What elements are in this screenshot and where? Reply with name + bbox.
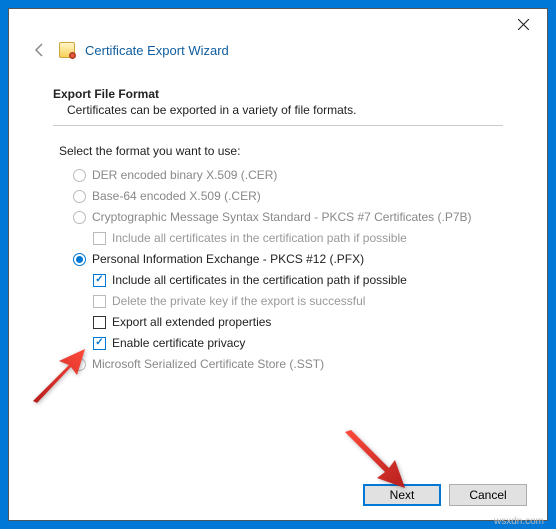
radio-label-base64: Base-64 encoded X.509 (.CER): [92, 189, 261, 203]
back-arrow-icon: [32, 42, 48, 58]
radio-pkcs7: Cryptographic Message Syntax Standard - …: [73, 210, 503, 224]
checkbox-icon: [93, 274, 106, 287]
wizard-header: Certificate Export Wizard: [9, 39, 547, 67]
radio-icon: [73, 358, 86, 371]
check-label-pfx-extended: Export all extended properties: [112, 315, 271, 329]
check-label-pfx-delete: Delete the private key if the export is …: [112, 294, 365, 308]
divider: [53, 125, 503, 126]
radio-der: DER encoded binary X.509 (.CER): [73, 168, 503, 182]
check-pfx-include[interactable]: Include all certificates in the certific…: [93, 273, 503, 287]
check-pfx-extended[interactable]: Export all extended properties: [93, 315, 503, 329]
check-pkcs7-include: Include all certificates in the certific…: [93, 231, 503, 245]
cancel-button[interactable]: Cancel: [449, 484, 527, 506]
wizard-title: Certificate Export Wizard: [85, 43, 229, 58]
checkbox-icon: [93, 316, 106, 329]
check-label-pfx-privacy: Enable certificate privacy: [112, 336, 245, 350]
checkbox-icon: [93, 337, 106, 350]
section-title: Export File Format: [53, 87, 503, 101]
wizard-body: Export File Format Certificates can be e…: [9, 67, 547, 474]
radio-label-pfx: Personal Information Exchange - PKCS #12…: [92, 252, 364, 266]
format-options: DER encoded binary X.509 (.CER) Base-64 …: [53, 168, 503, 371]
check-label-pkcs7-include: Include all certificates in the certific…: [112, 231, 407, 245]
radio-icon: [73, 253, 86, 266]
close-button[interactable]: [501, 10, 545, 38]
radio-icon: [73, 190, 86, 203]
radio-pfx[interactable]: Personal Information Exchange - PKCS #12…: [73, 252, 503, 266]
section-desc: Certificates can be exported in a variet…: [53, 103, 503, 117]
radio-icon: [73, 169, 86, 182]
radio-label-pkcs7: Cryptographic Message Syntax Standard - …: [92, 210, 472, 224]
checkbox-icon: [93, 295, 106, 308]
back-button[interactable]: [31, 41, 49, 59]
wizard-footer: Next Cancel: [9, 474, 547, 520]
radio-label-sst: Microsoft Serialized Certificate Store (…: [92, 357, 324, 371]
wizard-window: Certificate Export Wizard Export File Fo…: [8, 8, 548, 521]
certificate-icon: [59, 42, 75, 58]
watermark: wsxdn.com: [494, 516, 544, 527]
radio-label-der: DER encoded binary X.509 (.CER): [92, 168, 277, 182]
checkbox-icon: [93, 232, 106, 245]
titlebar: [9, 9, 547, 39]
radio-base64: Base-64 encoded X.509 (.CER): [73, 189, 503, 203]
check-label-pfx-include: Include all certificates in the certific…: [112, 273, 407, 287]
radio-icon: [73, 211, 86, 224]
close-icon: [518, 19, 529, 30]
check-pfx-delete: Delete the private key if the export is …: [93, 294, 503, 308]
check-pfx-privacy[interactable]: Enable certificate privacy: [93, 336, 503, 350]
instruction-text: Select the format you want to use:: [53, 144, 503, 158]
radio-sst: Microsoft Serialized Certificate Store (…: [73, 357, 503, 371]
next-button[interactable]: Next: [363, 484, 441, 506]
